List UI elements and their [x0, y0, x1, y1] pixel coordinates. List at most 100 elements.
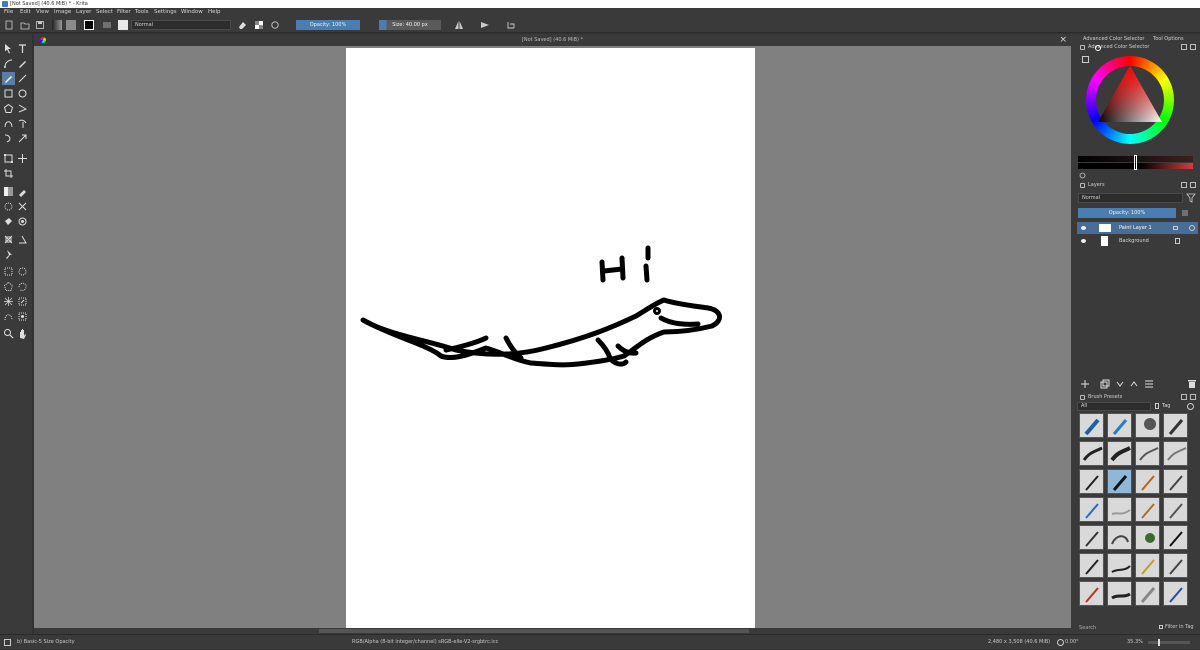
move-layer-up-icon[interactable] — [1129, 379, 1139, 389]
colorize-mask-icon[interactable] — [3, 201, 14, 212]
brush-preset-icon[interactable] — [118, 20, 128, 30]
brush-search-input[interactable]: Search — [1079, 624, 1096, 632]
close-document-icon[interactable]: × — [1059, 35, 1067, 45]
color-settings-icon[interactable] — [1082, 56, 1089, 63]
blend-mode-dropdown[interactable]: Normal — [131, 20, 231, 30]
menu-layer[interactable]: Layer — [76, 8, 91, 17]
menu-window[interactable]: Window — [181, 8, 203, 17]
edit-shapes-icon[interactable] — [3, 58, 14, 69]
polyline-tool-icon[interactable] — [17, 103, 28, 114]
eraser-icon[interactable] — [237, 20, 247, 30]
wrap-around-icon[interactable] — [506, 20, 516, 30]
multibrush-icon[interactable] — [17, 133, 28, 144]
brush-preset[interactable] — [1079, 553, 1104, 578]
delete-layer-icon[interactable] — [1187, 379, 1197, 389]
brush-preset[interactable] — [1163, 525, 1188, 550]
inherit-alpha-icon[interactable] — [1189, 225, 1195, 231]
reload-preset-icon[interactable] — [270, 20, 280, 30]
brush-preset[interactable] — [1135, 441, 1160, 466]
brush-status-icon[interactable] — [4, 639, 11, 646]
pattern-swatch-icon[interactable] — [66, 20, 76, 30]
alpha-lock-icon[interactable] — [1173, 226, 1178, 230]
brush-preset[interactable] — [1079, 497, 1104, 522]
brush-float-icon[interactable] — [1181, 394, 1187, 400]
layer-name[interactable]: Paint Layer 1 — [1119, 222, 1152, 234]
mirror-horizontal-icon[interactable] — [454, 20, 464, 30]
magnetic-select-icon[interactable] — [17, 311, 28, 322]
filter-in-tag-checkbox[interactable] — [1159, 625, 1163, 629]
menu-help[interactable]: Help — [208, 8, 221, 17]
move-layer-down-icon[interactable] — [1115, 379, 1125, 389]
similar-color-select-icon[interactable] — [17, 296, 28, 307]
preserve-alpha-icon[interactable] — [254, 20, 264, 30]
assistant-tool-icon[interactable] — [3, 234, 14, 245]
menu-edit[interactable]: Edit — [20, 8, 31, 17]
smart-patch-icon[interactable] — [17, 201, 28, 212]
brush-preset[interactable] — [1079, 525, 1104, 550]
brush-preset[interactable] — [1163, 497, 1188, 522]
size-slider[interactable]: Size: 40.00 px — [379, 20, 441, 30]
reset-color-icon[interactable] — [1079, 172, 1086, 179]
zoom-slider-handle[interactable] — [1158, 639, 1160, 646]
brush-preset[interactable] — [1107, 581, 1132, 606]
brush-preset[interactable] — [1107, 441, 1132, 466]
line-tool-icon[interactable] — [17, 73, 28, 84]
gradient-swatch-icon[interactable] — [52, 20, 62, 30]
brush-filter-dropdown[interactable]: All — [1077, 402, 1151, 411]
bezier-select-icon[interactable] — [3, 311, 14, 322]
saturation-value-triangle[interactable] — [1090, 60, 1170, 140]
dynamic-brush-icon[interactable] — [3, 133, 14, 144]
menu-image[interactable]: Image — [54, 8, 71, 17]
brush-preset[interactable] — [1135, 581, 1160, 606]
background-lock-icon[interactable] — [1175, 238, 1180, 244]
brush-preset[interactable] — [1079, 581, 1104, 606]
float-panel-icon[interactable] — [1181, 44, 1187, 50]
polygon-select-icon[interactable] — [3, 281, 14, 292]
calligraphy-icon[interactable] — [17, 58, 28, 69]
background-layer-name[interactable]: Background — [1119, 235, 1149, 247]
brush-preset[interactable] — [1163, 441, 1188, 466]
hue-handle[interactable] — [1095, 45, 1101, 51]
layer-row-background[interactable]: Background — [1077, 235, 1198, 247]
rect-select-icon[interactable] — [3, 266, 14, 277]
brush-close-icon[interactable] — [1190, 394, 1196, 400]
foreground-color-icon[interactable] — [84, 20, 94, 30]
ellipse-select-icon[interactable] — [17, 266, 28, 277]
add-layer-icon[interactable] — [1080, 379, 1090, 389]
measure-tool-icon[interactable] — [17, 234, 28, 245]
brush-preset[interactable] — [1135, 413, 1160, 438]
opacity-slider[interactable]: Opacity: 100% — [296, 20, 360, 30]
pan-tool-icon[interactable] — [17, 328, 28, 339]
crop-tool-icon[interactable] — [3, 168, 14, 179]
brush-preset[interactable] — [1135, 497, 1160, 522]
brush-preset[interactable] — [1135, 469, 1160, 494]
brush-preset[interactable] — [1107, 525, 1132, 550]
layer-blend-dropdown[interactable]: Normal — [1078, 193, 1183, 203]
brush-preset[interactable] — [1163, 469, 1188, 494]
brush-preset[interactable] — [1107, 413, 1132, 438]
close-panel-icon[interactable] — [1190, 44, 1196, 50]
enclose-fill-icon[interactable] — [17, 216, 28, 227]
background-visibility-icon[interactable] — [1081, 239, 1086, 243]
layer-options-icon[interactable] — [1181, 209, 1189, 217]
canvas-page[interactable] — [346, 48, 755, 628]
zoom-tool-icon[interactable] — [3, 328, 14, 339]
freehand-path-icon[interactable] — [17, 118, 28, 129]
layers-lock-icon[interactable] — [1080, 183, 1085, 188]
menu-select[interactable]: Select — [96, 8, 113, 17]
reference-images-icon[interactable] — [3, 249, 14, 260]
gradient-tool-icon[interactable] — [3, 186, 14, 197]
panel-lock-icon[interactable] — [1080, 45, 1085, 50]
visibility-eye-icon[interactable] — [1081, 226, 1086, 230]
brush-tag-label[interactable]: Tag — [1162, 402, 1170, 411]
brush-settings-icon[interactable] — [1186, 402, 1195, 411]
contiguous-select-icon[interactable] — [3, 296, 14, 307]
select-shapes-icon[interactable] — [3, 43, 14, 54]
open-document-icon[interactable] — [20, 20, 30, 30]
freehand-select-icon[interactable] — [17, 281, 28, 292]
menu-settings[interactable]: Settings — [154, 8, 177, 17]
brush-preset[interactable] — [1079, 413, 1104, 438]
brush-preset[interactable] — [1079, 469, 1104, 494]
brush-preset[interactable] — [1135, 525, 1160, 550]
brush-lock-icon[interactable] — [1080, 395, 1085, 400]
